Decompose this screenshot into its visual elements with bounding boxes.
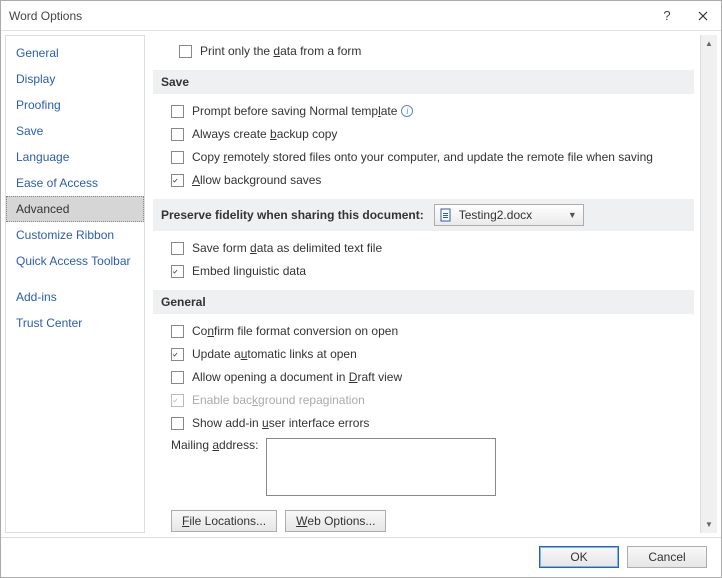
draft-view-checkbox[interactable] [171, 371, 184, 384]
save-form-delim-row: Save form data as delimited text file [171, 237, 694, 259]
prompt-normal-row: Prompt before saving Normal template i [171, 100, 694, 122]
ok-button[interactable]: OK [539, 546, 619, 568]
section-fidelity-label: Preserve fidelity when sharing this docu… [161, 208, 424, 222]
info-icon[interactable]: i [401, 105, 413, 117]
sidebar-item-advanced[interactable]: Advanced [6, 196, 144, 222]
embed-linguistic-row: Embed linguistic data [171, 260, 694, 282]
confirm-conv-label: Confirm file format conversion on open [192, 324, 398, 338]
section-save-header: Save [153, 70, 694, 94]
web-options-button[interactable]: Web Options... [285, 510, 386, 532]
auto-links-label: Update automatic links at open [192, 347, 357, 361]
sidebar-item-ease-of-access[interactable]: Ease of Access [6, 170, 144, 196]
titlebar: Word Options ? [1, 1, 721, 31]
addin-err-row: Show add-in user interface errors [171, 412, 694, 434]
mailing-address-label: Mailing address: [171, 438, 258, 452]
cancel-button[interactable]: Cancel [627, 546, 707, 568]
chevron-down-icon: ▼ [566, 210, 579, 220]
confirm-conv-checkbox[interactable] [171, 325, 184, 338]
section-fidelity-header: Preserve fidelity when sharing this docu… [153, 199, 694, 231]
scroll-track[interactable] [701, 52, 717, 516]
embed-linguistic-checkbox[interactable] [171, 265, 184, 278]
bg-saves-row: Allow background saves [171, 169, 694, 191]
bg-repag-label: Enable background repagination [192, 393, 365, 407]
vertical-scrollbar[interactable]: ▲ ▼ [700, 35, 717, 533]
mailing-address-input[interactable] [266, 438, 496, 496]
bg-repag-row: Enable background repagination [171, 389, 694, 411]
print-only-data-label: Print only the data from a form [200, 44, 361, 58]
help-button[interactable]: ? [649, 1, 685, 31]
sidebar-item-trust-center[interactable]: Trust Center [6, 310, 144, 336]
bg-repag-checkbox [171, 394, 184, 407]
sidebar-item-customize-ribbon[interactable]: Customize Ribbon [6, 222, 144, 248]
sidebar-item-quick-access-toolbar[interactable]: Quick Access Toolbar [6, 248, 144, 274]
print-only-data-checkbox[interactable] [179, 45, 192, 58]
mailing-address-row: Mailing address: [171, 438, 694, 496]
document-icon [439, 208, 453, 222]
sidebar-item-general[interactable]: General [6, 40, 144, 66]
backup-label: Always create backup copy [192, 127, 337, 141]
draft-view-row: Allow opening a document in Draft view [171, 366, 694, 388]
copy-remote-checkbox[interactable] [171, 151, 184, 164]
auto-links-row: Update automatic links at open [171, 343, 694, 365]
copy-remote-label: Copy remotely stored files onto your com… [192, 150, 653, 164]
copy-remote-row: Copy remotely stored files onto your com… [171, 146, 694, 168]
draft-view-label: Allow opening a document in Draft view [192, 370, 402, 384]
embed-linguistic-label: Embed linguistic data [192, 264, 306, 278]
prompt-normal-checkbox[interactable] [171, 105, 184, 118]
sidebar-item-language[interactable]: Language [6, 144, 144, 170]
fidelity-doc-dropdown[interactable]: Testing2.docx ▼ [434, 204, 584, 226]
auto-links-checkbox[interactable] [171, 348, 184, 361]
prompt-normal-label: Prompt before saving Normal template [192, 104, 397, 118]
backup-row: Always create backup copy [171, 123, 694, 145]
file-locations-button[interactable]: File Locations... [171, 510, 277, 532]
section-general-header: General [153, 290, 694, 314]
sidebar-item-proofing[interactable]: Proofing [6, 92, 144, 118]
sidebar-item-add-ins[interactable]: Add-ins [6, 284, 144, 310]
addin-err-checkbox[interactable] [171, 417, 184, 430]
save-form-delim-checkbox[interactable] [171, 242, 184, 255]
bg-saves-label: Allow background saves [192, 173, 321, 187]
scroll-up-arrow-icon[interactable]: ▲ [701, 35, 717, 52]
content-pane: Print only the data from a form Save Pro… [145, 35, 700, 533]
scroll-down-arrow-icon[interactable]: ▼ [701, 516, 717, 533]
sidebar-item-save[interactable]: Save [6, 118, 144, 144]
sidebar: General Display Proofing Save Language E… [5, 35, 145, 533]
close-button[interactable] [685, 1, 721, 31]
footer: OK Cancel [1, 537, 721, 575]
backup-checkbox[interactable] [171, 128, 184, 141]
fidelity-doc-value: Testing2.docx [459, 208, 560, 222]
confirm-conv-row: Confirm file format conversion on open [171, 320, 694, 342]
print-only-data-row: Print only the data from a form [161, 40, 694, 62]
sidebar-item-display[interactable]: Display [6, 66, 144, 92]
close-icon [698, 11, 708, 21]
save-form-delim-label: Save form data as delimited text file [192, 241, 382, 255]
bg-saves-checkbox[interactable] [171, 174, 184, 187]
window-title: Word Options [9, 9, 649, 23]
addin-err-label: Show add-in user interface errors [192, 416, 369, 430]
